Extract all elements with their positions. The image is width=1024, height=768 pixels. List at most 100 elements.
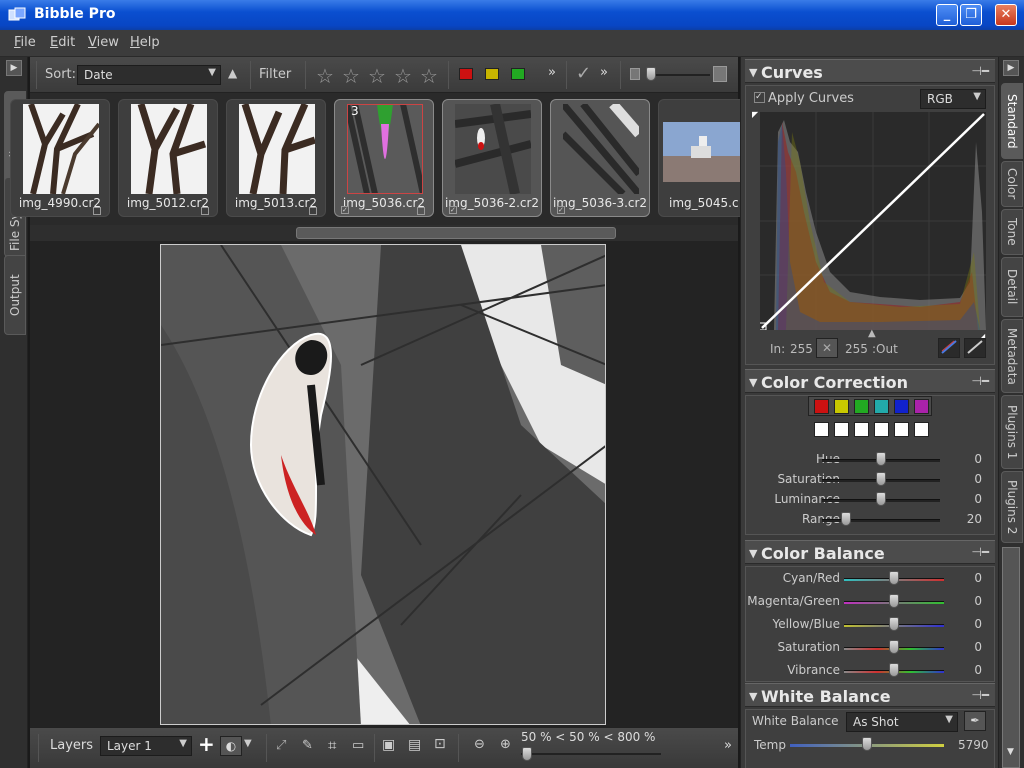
curves-graph[interactable] — [760, 112, 986, 330]
curves-header[interactable]: ▼ Curves ⊣━ — [745, 59, 995, 83]
zoom-in-icon[interactable]: ⊕ — [500, 737, 511, 752]
color-correction-header[interactable]: ▼ Color Correction ⊣━ — [745, 369, 995, 393]
tab-color[interactable]: Color — [1001, 161, 1023, 207]
swatch-cyan[interactable] — [874, 399, 889, 414]
close-button[interactable]: ✕ — [995, 4, 1017, 26]
panel-scrollbar[interactable] — [1002, 547, 1020, 768]
collapse-triangle-icon[interactable]: ▼ — [749, 547, 757, 560]
tab-metadata[interactable]: Metadata — [1001, 319, 1023, 393]
pin-icon[interactable]: ⊣━ — [971, 545, 989, 559]
rating-star-3-icon[interactable]: ☆ — [368, 64, 386, 88]
expand-left-icon[interactable]: ▶ — [6, 60, 22, 76]
monitor-icon[interactable]: ▣ — [382, 737, 395, 753]
zoom-slider-track[interactable] — [521, 753, 661, 755]
color-filter-red[interactable] — [459, 68, 473, 80]
tab-tone[interactable]: Tone — [1001, 209, 1023, 255]
collapse-triangle-icon[interactable]: ▼ — [749, 376, 757, 389]
swatch-empty-4[interactable] — [874, 422, 889, 437]
image-viewer[interactable] — [30, 241, 738, 727]
curves-channel-select[interactable]: RGB ▼ — [920, 89, 986, 109]
swatch-yellow[interactable] — [834, 399, 849, 414]
menu-view[interactable]: View — [88, 35, 119, 50]
eyedropper-icon[interactable]: ✒ — [964, 711, 986, 731]
chevron-down-icon[interactable]: ▼ — [244, 738, 252, 749]
sort-direction-icon[interactable]: ▲ — [228, 66, 237, 80]
swatch-green[interactable] — [854, 399, 869, 414]
more-tools-icon[interactable]: » — [600, 65, 608, 80]
thumbnail[interactable]: img_5036-3.cr2 ✓ — [550, 99, 650, 217]
main-photo[interactable] — [160, 244, 606, 725]
swatch-magenta[interactable] — [914, 399, 929, 414]
swatch-empty-1[interactable] — [814, 422, 829, 437]
menu-file[interactable]: File — [14, 35, 36, 50]
curve-mode-linear-icon[interactable] — [964, 338, 986, 358]
thumbnail[interactable]: img_5036-2.cr2 ✓ — [442, 99, 542, 217]
tab-standard[interactable]: Standard — [1001, 83, 1023, 159]
rating-star-2-icon[interactable]: ☆ — [342, 64, 360, 88]
color-filter-yellow[interactable] — [485, 68, 499, 80]
checkbox-icon[interactable]: ✓ — [557, 206, 565, 214]
thumbnail[interactable]: img_4990.cr2 — [10, 99, 110, 217]
rating-star-1-icon[interactable]: ☆ — [316, 64, 334, 88]
color-filter-green[interactable] — [511, 68, 525, 80]
checkmark-icon[interactable]: ✓ — [576, 63, 591, 84]
restore-button[interactable]: ❐ — [960, 4, 982, 26]
more-bottom-icon[interactable]: » — [724, 738, 732, 753]
crop-icon[interactable]: ⌗ — [328, 736, 336, 754]
swatch-red[interactable] — [814, 399, 829, 414]
color-balance-slider-knob[interactable] — [889, 617, 899, 631]
more-filters-icon[interactable]: » — [548, 65, 556, 80]
sort-select[interactable]: Date ▼ — [77, 65, 221, 85]
collapse-triangle-icon[interactable]: ▼ — [749, 66, 757, 79]
temp-slider-knob[interactable] — [862, 737, 872, 751]
add-layer-button[interactable]: + — [198, 732, 215, 756]
apply-curves-checkbox[interactable]: ✓ — [754, 92, 765, 103]
expand-right-icon[interactable]: ▶ — [1003, 60, 1019, 76]
swatch-empty-3[interactable] — [854, 422, 869, 437]
rating-star-5-icon[interactable]: ☆ — [420, 64, 438, 88]
rating-star-4-icon[interactable]: ☆ — [394, 64, 412, 88]
color-correction-slider-track[interactable] — [822, 519, 940, 522]
brush-tool-icon[interactable]: ◐ — [220, 736, 242, 756]
midpoint-triangle-icon[interactable]: ▲ — [868, 328, 876, 339]
thumbnail[interactable]: img_5013.cr2 — [226, 99, 326, 217]
lock-icon[interactable]: ⊡ — [434, 736, 446, 752]
swatch-empty-2[interactable] — [834, 422, 849, 437]
thumbnail[interactable]: img_5012.cr2 — [118, 99, 218, 217]
thumbnail[interactable]: img_5045.c — [658, 99, 748, 217]
eyedropper-icon[interactable]: ✎ — [302, 738, 313, 753]
menu-help[interactable]: Help — [130, 35, 160, 50]
swatch-empty-6[interactable] — [914, 422, 929, 437]
color-balance-slider-knob[interactable] — [889, 640, 899, 654]
collapse-triangle-icon[interactable]: ▼ — [749, 690, 757, 703]
checkbox-icon[interactable]: ✓ — [341, 206, 349, 214]
color-balance-slider-knob[interactable] — [889, 571, 899, 585]
straighten-icon[interactable]: ▭ — [352, 738, 364, 753]
tab-plugins-1[interactable]: Plugins 1 — [1001, 395, 1023, 469]
white-balance-select[interactable]: As Shot ▼ — [846, 712, 958, 732]
checkbox-icon[interactable]: ✓ — [449, 206, 457, 214]
color-balance-header[interactable]: ▼ Color Balance ⊣━ — [745, 540, 995, 564]
color-correction-slider-knob[interactable] — [876, 472, 886, 486]
color-balance-slider-knob[interactable] — [889, 663, 899, 677]
fit-view-icon[interactable]: ⤢ — [276, 738, 286, 753]
thumbnail-scrollbar[interactable] — [30, 225, 738, 241]
delete-point-icon[interactable]: ✕ — [816, 338, 838, 358]
thumbnail-selected[interactable]: 3 img_5036.cr2 ✓ — [334, 99, 434, 217]
white-point-triangle-icon[interactable]: ◤ — [752, 110, 758, 119]
zoom-out-icon[interactable]: ⊖ — [474, 737, 485, 752]
color-correction-slider-knob[interactable] — [876, 452, 886, 466]
compare-icon[interactable]: ▤ — [408, 737, 421, 753]
scroll-down-icon[interactable]: ▼ — [1007, 747, 1014, 757]
white-balance-header[interactable]: ▼ White Balance ⊣━ — [745, 683, 995, 707]
thumb-size-knob[interactable] — [646, 67, 656, 81]
tab-detail[interactable]: Detail — [1001, 257, 1023, 317]
pin-icon[interactable]: ⊣━ — [971, 688, 989, 702]
minimize-button[interactable]: _ — [936, 4, 958, 26]
tab-output[interactable]: Output — [4, 255, 26, 335]
swatch-blue[interactable] — [894, 399, 909, 414]
curve-mode-rgb-icon[interactable] — [938, 338, 960, 358]
menu-edit[interactable]: Edit — [50, 35, 75, 50]
color-correction-slider-knob[interactable] — [876, 492, 886, 506]
color-correction-slider-knob[interactable] — [840, 512, 851, 526]
